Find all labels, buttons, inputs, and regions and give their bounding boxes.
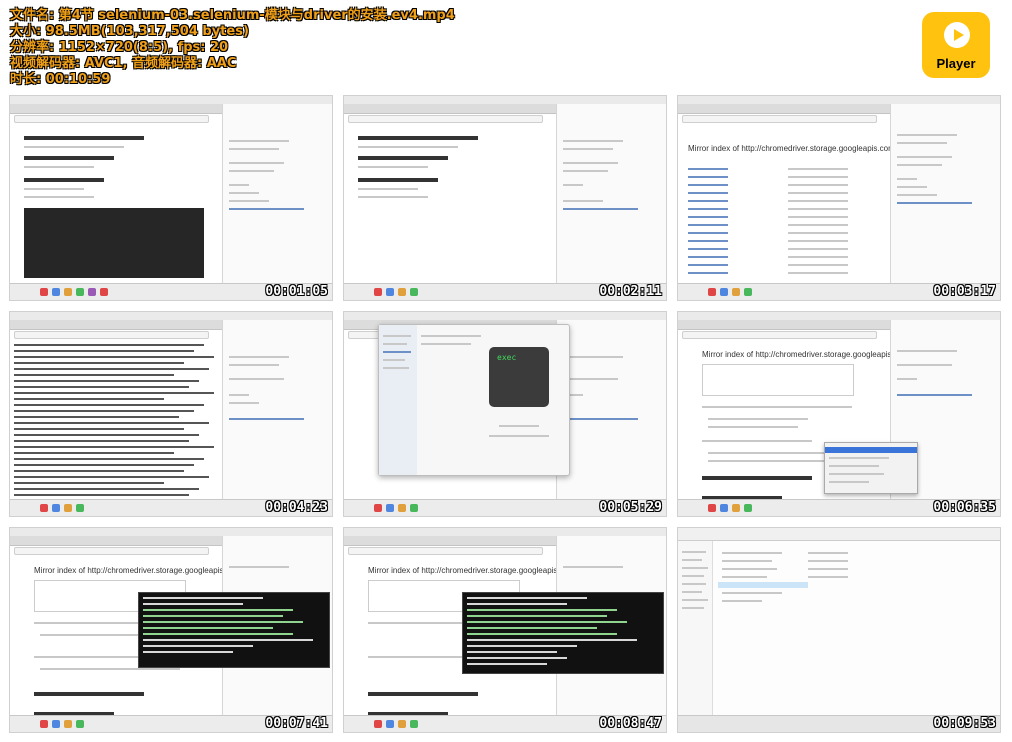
thumbnail-3[interactable]: Mirror index of http://chromedriver.stor… bbox=[678, 96, 1000, 300]
context-menu bbox=[824, 442, 918, 494]
timestamp: 00:09:53 bbox=[933, 716, 996, 731]
thumbnail-9[interactable]: 00:09:53 bbox=[678, 528, 1000, 732]
timestamp: 00:08:47 bbox=[599, 716, 662, 731]
thumbnail-8[interactable]: Mirror index of http://chromedriver.stor… bbox=[344, 528, 666, 732]
terminal-window bbox=[138, 592, 330, 668]
timestamp: 00:03:17 bbox=[933, 284, 996, 299]
thumbnail-1[interactable]: 00:01:05 bbox=[10, 96, 332, 300]
duration-line: 时长: 00:10:59 bbox=[10, 72, 111, 87]
exec-file-icon: exec bbox=[489, 347, 549, 407]
timestamp: 00:07:41 bbox=[265, 716, 328, 731]
resolution-line: 分辨率: 1152×720(8:5), fps: 20 bbox=[10, 40, 229, 55]
timestamp: 00:05:29 bbox=[599, 500, 662, 515]
file-explorer-window bbox=[678, 528, 1000, 716]
codec-line: 视频解码器: AVC1, 音频解码器: AAC bbox=[10, 56, 237, 71]
thumbnail-4[interactable]: 00:04:23 bbox=[10, 312, 332, 516]
video-file-info: 文件名: 第4节 selenium-03.selenium-模块与driver的… bbox=[10, 8, 455, 88]
thumbnail-6[interactable]: Mirror index of http://chromedriver.stor… bbox=[678, 312, 1000, 516]
exec-label: exec bbox=[497, 353, 517, 362]
timestamp: 00:06:35 bbox=[933, 500, 996, 515]
file-name-line: 文件名: 第4节 selenium-03.selenium-模块与driver的… bbox=[10, 8, 455, 23]
mirror-index-heading: Mirror index of http://chromedriver.stor… bbox=[688, 144, 897, 153]
terminal-window bbox=[462, 592, 664, 674]
player-logo-label: Player bbox=[936, 56, 976, 71]
timestamp: 00:04:23 bbox=[265, 500, 328, 515]
thumbnail-2[interactable]: 00:02:11 bbox=[344, 96, 666, 300]
player-logo: Player bbox=[922, 12, 990, 78]
timestamp: 00:02:11 bbox=[599, 284, 662, 299]
finder-window: exec bbox=[378, 324, 570, 476]
file-size-line: 大小: 98.5MB(103,317,504 bytes) bbox=[10, 24, 249, 39]
thumbnail-7[interactable]: Mirror index of http://chromedriver.stor… bbox=[10, 528, 332, 732]
thumbnail-5[interactable]: exec 00:05:29 bbox=[344, 312, 666, 516]
timestamp: 00:01:05 bbox=[265, 284, 328, 299]
